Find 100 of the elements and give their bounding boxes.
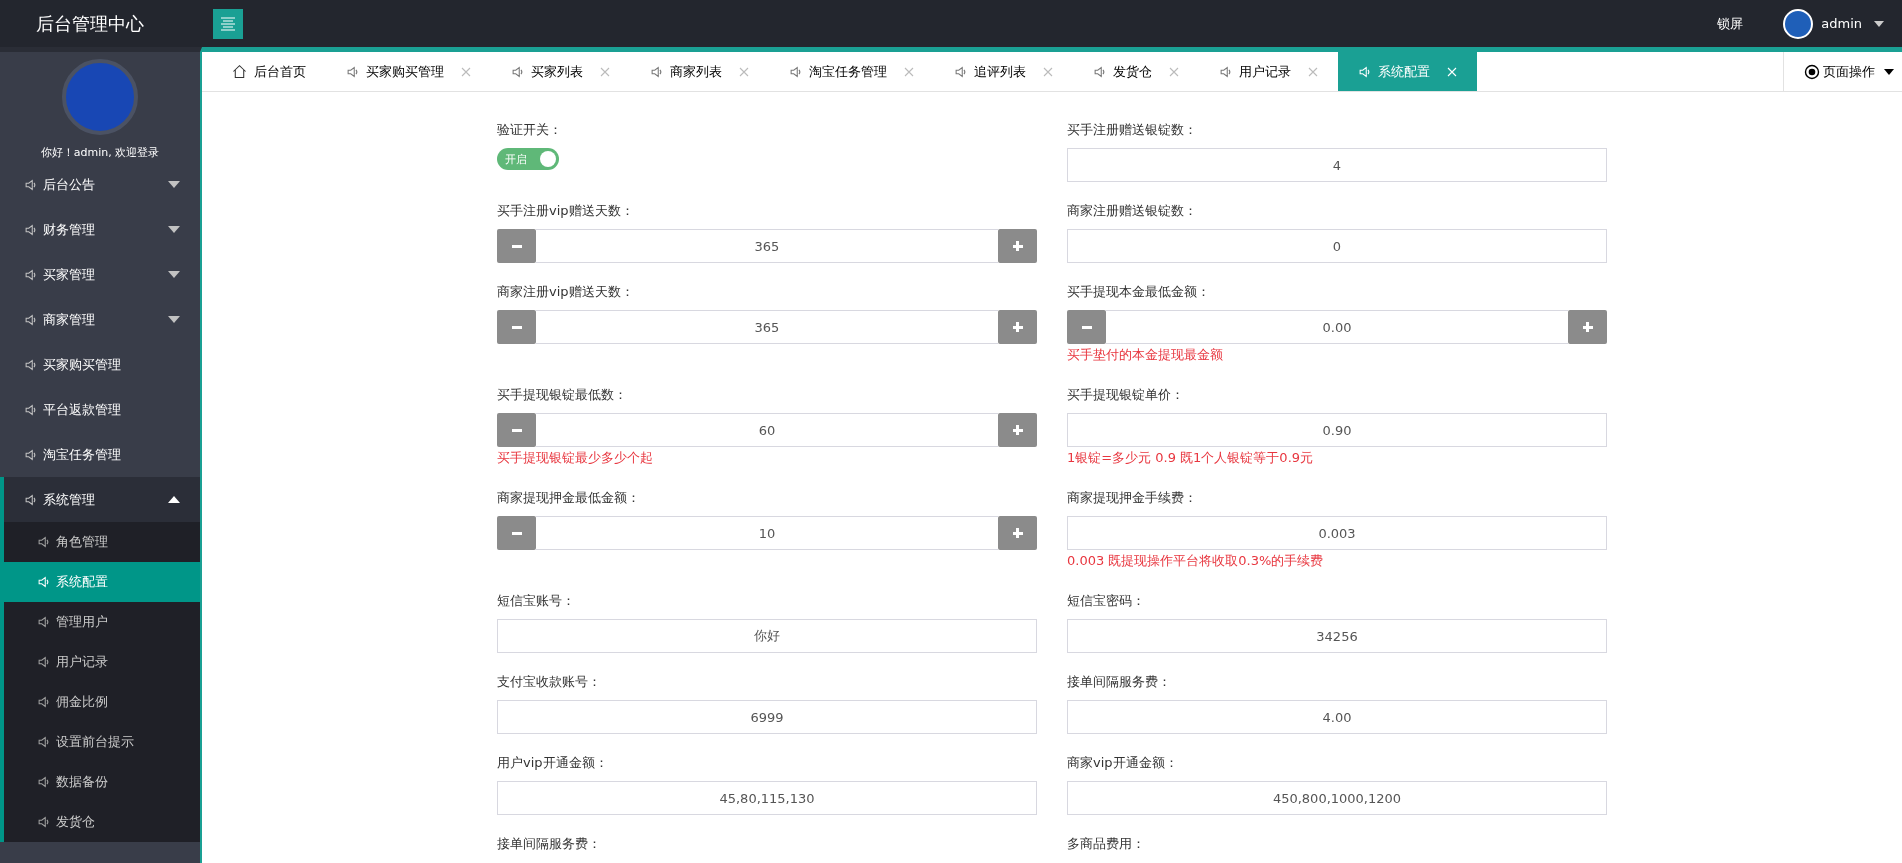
increment-button[interactable] — [998, 516, 1037, 550]
speaker-icon — [1358, 64, 1371, 79]
input-field[interactable]: 0 — [1067, 229, 1607, 263]
decrement-button[interactable] — [497, 413, 536, 447]
speaker-icon — [24, 312, 37, 327]
sidebar-item[interactable]: 买家管理 — [0, 252, 200, 297]
decrement-button[interactable] — [497, 229, 536, 263]
speaker-icon — [1219, 64, 1232, 79]
minus-icon — [511, 325, 522, 329]
sidebar-item[interactable]: 后台公告 — [0, 162, 200, 207]
decrement-button[interactable] — [497, 516, 536, 550]
field-label: 商家提现押金最低金额： — [497, 489, 641, 507]
app-title: 后台管理中心 — [35, 11, 145, 36]
sidebar-subitem[interactable]: 发货仓 — [4, 802, 200, 842]
increment-button[interactable] — [998, 413, 1037, 447]
field-label: 接单间隔服务费： — [1067, 673, 1172, 691]
lock-screen-link[interactable]: 锁屏 — [1717, 14, 1744, 33]
user-menu[interactable]: admin — [1783, 8, 1884, 39]
field-label: 多商品费用： — [1067, 835, 1146, 853]
avatar — [1783, 8, 1814, 39]
increment-button[interactable] — [1568, 310, 1607, 344]
radio-dot-icon — [1804, 63, 1820, 80]
sidebar-item[interactable]: 财务管理 — [0, 207, 200, 252]
speaker-icon — [37, 575, 50, 589]
speaker-icon — [789, 64, 802, 79]
tab[interactable]: 买家列表 — [491, 52, 630, 91]
close-icon[interactable] — [904, 66, 914, 77]
caret-icon — [168, 271, 180, 278]
sidebar-item[interactable]: 平台返款管理 — [0, 387, 200, 432]
decrement-button[interactable] — [1067, 310, 1106, 344]
field-label: 买手注册赠送银锭数： — [1067, 121, 1198, 139]
field-label: 支付宝收款账号： — [497, 673, 602, 691]
sidebar-item[interactable]: 淘宝任务管理 — [0, 432, 200, 477]
input-field[interactable]: 45,80,115,130 — [497, 781, 1037, 815]
sidebar-subitem[interactable]: 用户记录 — [4, 642, 200, 682]
tab[interactable]: 买家购买管理 — [326, 52, 491, 91]
field-label: 买手提现银锭最低数： — [497, 386, 628, 404]
input-field[interactable]: 450,800,1000,1200 — [1067, 781, 1607, 815]
tab[interactable]: 追评列表 — [934, 52, 1073, 91]
minus-icon — [511, 531, 522, 535]
sidebar-subitem[interactable]: 系统配置 — [4, 562, 200, 602]
speaker-icon — [24, 402, 37, 417]
tab[interactable]: 商家列表 — [630, 52, 769, 91]
close-icon[interactable] — [461, 66, 471, 77]
number-field[interactable]: 60 — [536, 413, 998, 447]
input-field[interactable]: 34256 — [1067, 619, 1607, 653]
speaker-icon — [37, 775, 50, 789]
close-icon[interactable] — [1308, 66, 1318, 77]
field-label: 买手提现本金最低金额： — [1067, 283, 1211, 301]
speaker-icon — [37, 655, 50, 669]
sidebar-item[interactable]: 商家管理 — [0, 297, 200, 342]
caret-icon — [168, 316, 180, 323]
tab[interactable]: 发货仓 — [1073, 52, 1199, 91]
close-icon[interactable] — [1169, 66, 1179, 77]
sidebar-item[interactable]: 系统管理 — [0, 477, 200, 522]
sidebar-subitem[interactable]: 佣金比例 — [4, 682, 200, 722]
speaker-icon — [37, 615, 50, 629]
decrement-button[interactable] — [497, 310, 536, 344]
minus-icon — [1081, 325, 1092, 329]
field-label: 买手注册vip赠送天数： — [497, 202, 635, 220]
tab[interactable]: 后台首页 — [212, 52, 326, 91]
caret-icon — [168, 181, 180, 188]
speaker-icon — [346, 64, 359, 79]
increment-button[interactable] — [998, 310, 1037, 344]
menu-button[interactable] — [213, 8, 243, 39]
speaker-icon — [24, 447, 37, 462]
input-field[interactable]: 4.00 — [1067, 700, 1607, 734]
tab[interactable]: 用户记录 — [1199, 52, 1338, 91]
greeting-text: 你好！admin, 欢迎登录 — [40, 145, 160, 161]
number-field[interactable]: 365 — [536, 229, 998, 263]
input-field[interactable]: 0.90 — [1067, 413, 1607, 447]
sidebar-subitem[interactable]: 设置前台提示 — [4, 722, 200, 762]
sidebar-subitem[interactable]: 角色管理 — [4, 522, 200, 562]
increment-button[interactable] — [998, 229, 1037, 263]
speaker-icon — [511, 64, 524, 79]
tab[interactable]: 淘宝任务管理 — [769, 52, 934, 91]
hint-text: 0.003 既提现操作平台将收取0.3%的手续费 — [1067, 552, 1325, 570]
number-field[interactable]: 10 — [536, 516, 998, 550]
field-label: 验证开关： — [497, 121, 563, 139]
field-label: 买手提现银锭单价： — [1067, 386, 1185, 404]
input-field[interactable]: 6999 — [497, 700, 1037, 734]
number-field[interactable]: 0.00 — [1106, 310, 1568, 344]
input-field[interactable]: 4 — [1067, 148, 1607, 182]
sidebar-item[interactable]: 买家购买管理 — [0, 342, 200, 387]
close-icon[interactable] — [739, 66, 749, 77]
field-label: 商家注册vip赠送天数： — [497, 283, 635, 301]
input-field[interactable]: 0.003 — [1067, 516, 1607, 550]
close-icon[interactable] — [600, 66, 610, 77]
field-label: 短信宝账号： — [497, 592, 576, 610]
caret-icon — [168, 496, 180, 503]
sidebar-subitem[interactable]: 管理用户 — [4, 602, 200, 642]
input-field[interactable]: 你好 — [497, 619, 1037, 653]
hint-text: 买手垫付的本金提现最金额 — [1067, 346, 1224, 364]
speaker-icon — [24, 177, 37, 192]
menu-icon — [220, 15, 236, 32]
speaker-icon — [37, 695, 50, 709]
close-icon[interactable] — [1043, 66, 1053, 77]
speaker-icon — [954, 64, 967, 79]
sidebar-subitem[interactable]: 数据备份 — [4, 762, 200, 802]
number-field[interactable]: 365 — [536, 310, 998, 344]
